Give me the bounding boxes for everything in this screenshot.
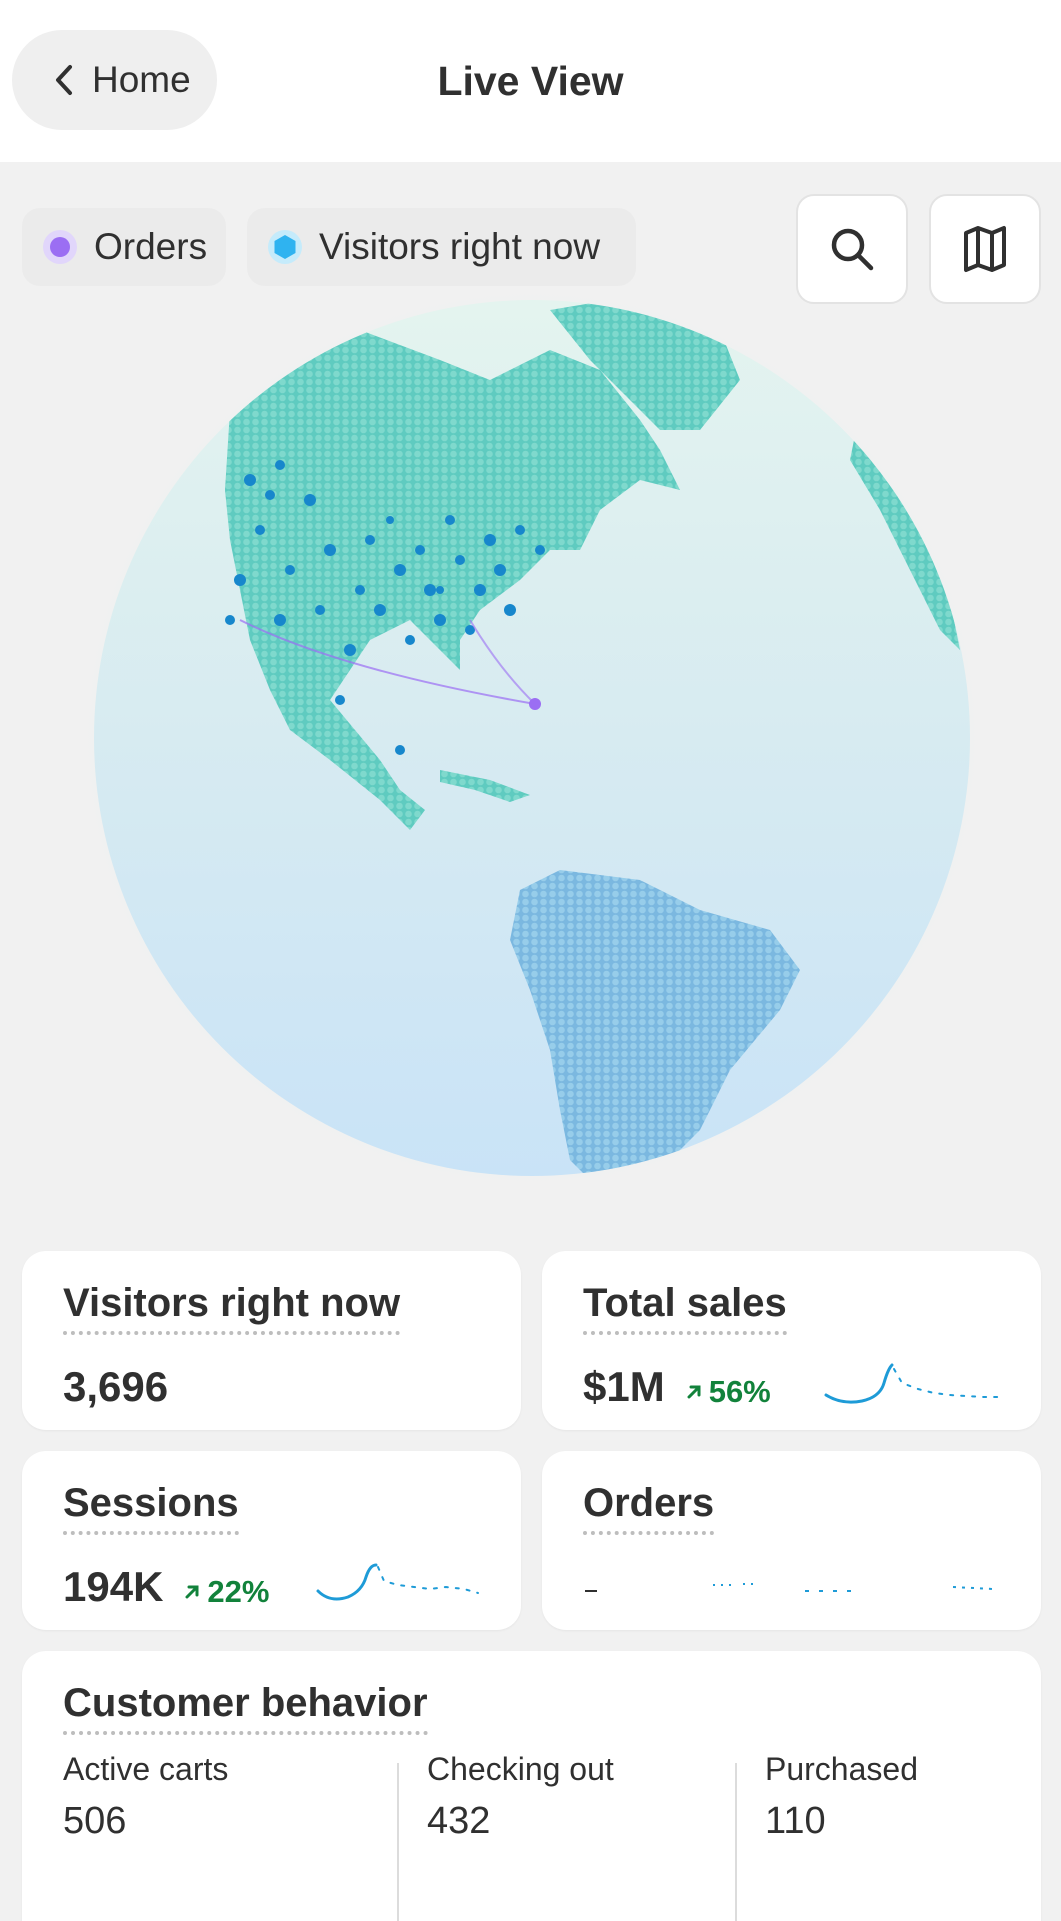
visitors-hexagon-icon [267, 229, 303, 265]
globe-map[interactable] [80, 288, 982, 1190]
customer-behavior-title[interactable]: Customer behavior [63, 1681, 428, 1735]
legend-orders-label: Orders [94, 226, 208, 267]
stat-label: Active carts [63, 1751, 229, 1787]
search-icon [831, 228, 874, 271]
sessions-card[interactable]: Sessions 194K 22% [22, 1451, 521, 1630]
search-button[interactable] [796, 194, 908, 304]
arrow-up-right-icon [687, 1385, 701, 1399]
visitors-value: 3,696 [63, 1363, 168, 1411]
stat-label: Checking out [427, 1751, 614, 1787]
sessions-card-title[interactable]: Sessions [63, 1481, 239, 1535]
stat-purchased: Purchased 110 [765, 1751, 918, 1843]
sessions-change: 22% [207, 1574, 270, 1609]
stat-value: 110 [765, 1800, 826, 1842]
stat-active-carts: Active carts 506 [63, 1751, 228, 1843]
orders-card-title[interactable]: Orders [583, 1481, 715, 1535]
customer-behavior-card[interactable]: Customer behavior Active carts 506 Check… [22, 1651, 1041, 1921]
sessions-value: 194K 22% [63, 1563, 269, 1611]
sessions-sparkline [316, 1563, 479, 1601]
total-sales-card-title[interactable]: Total sales [583, 1281, 787, 1335]
stat-divider [397, 1763, 399, 1921]
total-sales-card[interactable]: Total sales $1M 56% [542, 1251, 1041, 1430]
total-sales-amount: $1M [583, 1363, 665, 1410]
map-icon [964, 226, 1006, 272]
visitors-count: 3,696 [63, 1363, 169, 1410]
legend-visitors: Visitors right now [247, 208, 636, 286]
home-back-label: Home [92, 59, 191, 100]
top-bar: Live View Home [0, 0, 1061, 162]
visitors-card-title[interactable]: Visitors right now [63, 1281, 401, 1335]
stat-value: 432 [427, 1800, 491, 1842]
sessions-trend: 22% [183, 1574, 269, 1610]
orders-card[interactable]: Orders [542, 1451, 1041, 1630]
stat-divider [735, 1763, 737, 1921]
stat-label: Purchased [765, 1751, 918, 1787]
map-view-button[interactable] [929, 194, 1041, 304]
total-sales-value: $1M 56% [583, 1363, 771, 1411]
stat-value: 506 [63, 1800, 127, 1842]
total-sales-trend: 56% [685, 1374, 771, 1410]
total-sales-sparkline [824, 1363, 999, 1404]
order-marker [529, 698, 541, 710]
sessions-count: 194K [63, 1563, 164, 1610]
visitors-card[interactable]: Visitors right now 3,696 [22, 1251, 521, 1430]
chevron-left-icon [56, 65, 72, 95]
stat-checking-out: Checking out 432 [427, 1751, 614, 1843]
orders-sparkline [585, 1583, 994, 1592]
legend-orders: Orders [22, 208, 226, 286]
orders-dot-icon [42, 229, 78, 265]
arrow-up-right-icon [185, 1585, 199, 1599]
total-sales-change: 56% [708, 1374, 771, 1409]
home-back-button[interactable]: Home [12, 30, 217, 130]
legend-visitors-label: Visitors right now [319, 226, 601, 267]
